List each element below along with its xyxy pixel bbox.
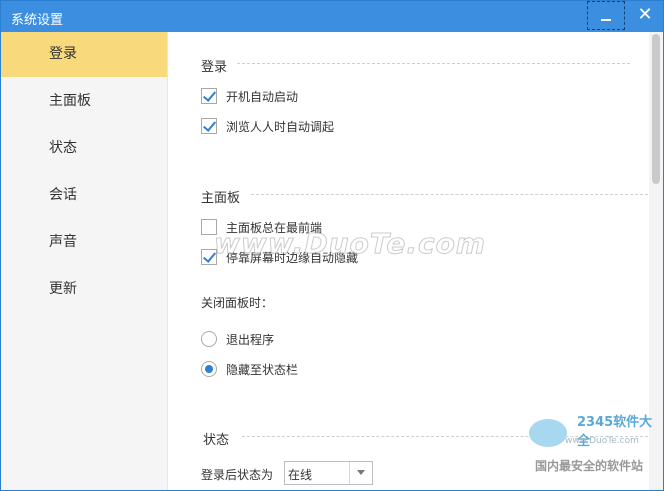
minimize-icon bbox=[601, 19, 611, 21]
section-divider bbox=[251, 194, 648, 195]
title-bar[interactable]: 系统设置 ✕ bbox=[1, 1, 663, 32]
close-panel-label: 关闭面板时： bbox=[201, 296, 274, 310]
section-divider bbox=[237, 63, 630, 64]
logo-url: www.DuoTe.com bbox=[565, 436, 639, 446]
logo-slogan: 国内最安全的软件站 bbox=[535, 459, 644, 473]
exit-program-radio[interactable] bbox=[201, 331, 217, 347]
chevron-down-icon bbox=[357, 470, 365, 475]
watermark: www.DuoTe.com bbox=[214, 227, 486, 261]
settings-sidebar: 登录 主面板 状态 会话 声音 更新 bbox=[1, 32, 168, 490]
sidebar-item-label: 更新 bbox=[49, 281, 77, 297]
auto-launch-option[interactable]: 浏览人人时自动调起 bbox=[201, 117, 334, 135]
close-button[interactable]: ✕ bbox=[626, 1, 663, 30]
site-logo: 2345软件大全 www.DuoTe.com 国内最安全的软件站 bbox=[529, 411, 663, 481]
mascot-icon bbox=[529, 419, 567, 447]
status-select[interactable]: 在线 bbox=[284, 461, 373, 485]
exit-program-option[interactable]: 退出程序 bbox=[201, 330, 274, 348]
exit-program-label: 退出程序 bbox=[226, 332, 275, 347]
auto-launch-checkbox[interactable] bbox=[201, 118, 217, 134]
sidebar-item-login[interactable]: 登录 bbox=[1, 32, 167, 77]
section-title-login: 登录 bbox=[201, 60, 228, 75]
status-select-value: 在线 bbox=[288, 468, 313, 482]
sidebar-item-update[interactable]: 更新 bbox=[1, 267, 167, 312]
sidebar-item-sound[interactable]: 声音 bbox=[1, 220, 167, 265]
hide-to-tray-option[interactable]: 隐藏至状态栏 bbox=[201, 360, 298, 378]
sidebar-item-label: 声音 bbox=[49, 234, 77, 250]
hide-to-tray-label: 隐藏至状态栏 bbox=[226, 362, 299, 377]
section-title-main-panel: 主面板 bbox=[201, 191, 241, 206]
minimize-button[interactable] bbox=[587, 1, 625, 30]
scroll-thumb[interactable] bbox=[652, 34, 660, 184]
hide-to-tray-radio[interactable] bbox=[201, 361, 217, 377]
close-icon: ✕ bbox=[637, 4, 653, 25]
sidebar-item-label: 会话 bbox=[49, 187, 77, 203]
sidebar-item-label: 登录 bbox=[49, 46, 77, 62]
window-title: 系统设置 bbox=[11, 13, 64, 28]
auto-start-checkbox[interactable] bbox=[201, 88, 217, 104]
sidebar-item-status[interactable]: 状态 bbox=[1, 126, 167, 171]
sidebar-item-session[interactable]: 会话 bbox=[1, 173, 167, 218]
auto-launch-label: 浏览人人时自动调起 bbox=[226, 119, 335, 134]
sidebar-item-label: 主面板 bbox=[49, 93, 91, 109]
status-select-button[interactable] bbox=[349, 462, 372, 484]
section-title-status: 状态 bbox=[203, 433, 230, 448]
sidebar-item-main-panel[interactable]: 主面板 bbox=[1, 79, 167, 124]
sidebar-item-label: 状态 bbox=[49, 140, 77, 156]
after-login-status-label: 登录后状态为 bbox=[201, 468, 274, 482]
settings-window: 系统设置 ✕ 登录 主面板 状态 会话 声音 更新 登录 开机自动启动 浏览人人… bbox=[0, 0, 664, 491]
auto-start-label: 开机自动启动 bbox=[226, 89, 299, 104]
auto-start-option[interactable]: 开机自动启动 bbox=[201, 87, 298, 105]
